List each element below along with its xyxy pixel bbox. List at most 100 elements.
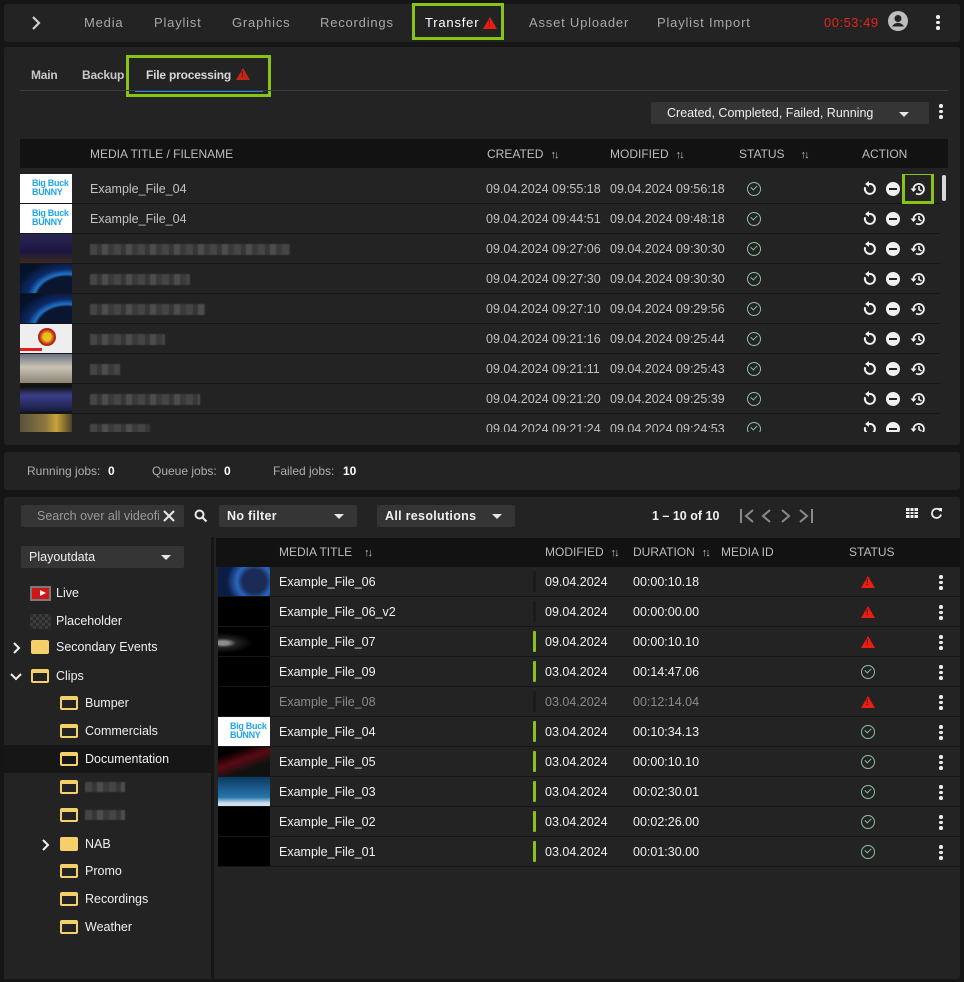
nav-tab-graphics[interactable]: Graphics	[232, 4, 290, 42]
col-duration[interactable]: DURATION ↑↓	[633, 545, 711, 559]
nav-tab-transfer[interactable]: Transfer	[412, 3, 504, 40]
media-row[interactable]: Example_File_07 09.04.2024 00:00:10.10	[218, 627, 960, 657]
restart-icon[interactable]	[861, 211, 877, 227]
row-menu-button[interactable]	[939, 755, 943, 772]
resolution-select[interactable]: All resolutions	[377, 505, 515, 527]
remove-circle-icon[interactable]	[886, 332, 900, 346]
more-vert-icon[interactable]	[936, 15, 940, 32]
history-button[interactable]	[905, 204, 931, 234]
media-filter-select[interactable]: No filter	[219, 505, 357, 527]
tree-item[interactable]: Secondary Events	[4, 633, 211, 661]
media-row[interactable]: Example_File_05 03.04.2024 00:00:10.10	[218, 747, 960, 777]
nav-tab-playlist-import[interactable]: Playlist Import	[657, 4, 751, 42]
row-menu-button[interactable]	[939, 575, 943, 592]
history-button[interactable]	[905, 234, 931, 264]
nav-tab-recordings[interactable]: Recordings	[320, 4, 394, 42]
restart-icon[interactable]	[861, 271, 877, 287]
transfer-row[interactable]: 09.04.2024 09:27:10 09.04.2024 09:29:56	[20, 294, 940, 324]
restart-icon[interactable]	[861, 421, 877, 432]
tab-backup[interactable]: Backup	[82, 55, 124, 95]
col-media-title[interactable]: MEDIA TITLE ↑↓	[279, 545, 373, 559]
chevron-down-icon[interactable]	[10, 672, 22, 681]
clear-icon[interactable]	[163, 510, 175, 522]
tree-item[interactable]: NAB	[4, 830, 211, 858]
tree-item[interactable]: Placeholder	[4, 607, 211, 635]
restart-icon[interactable]	[861, 391, 877, 407]
transfer-scrollbar[interactable]	[942, 175, 946, 201]
col-modified[interactable]: MODIFIED ↑↓	[610, 147, 685, 161]
media-row[interactable]: Example_File_01 03.04.2024 00:01:30.00	[218, 837, 960, 867]
col-status[interactable]: STATUS ↑↓	[739, 147, 810, 161]
row-menu-button[interactable]	[939, 815, 943, 832]
restart-icon[interactable]	[861, 181, 877, 197]
tree-item[interactable]	[4, 773, 211, 801]
history-button[interactable]	[905, 414, 931, 432]
expand-menu-button[interactable]	[30, 15, 44, 31]
tree-item[interactable]: Bumper	[4, 689, 211, 717]
history-button[interactable]	[905, 324, 931, 354]
transfer-row[interactable]: 09.04.2024 09:27:06 09.04.2024 09:30:30	[20, 234, 940, 264]
remove-circle-icon[interactable]	[886, 422, 900, 432]
tree-item[interactable]: Commercials	[4, 717, 211, 745]
remove-circle-icon[interactable]	[886, 212, 900, 226]
media-row[interactable]: Example_File_09 03.04.2024 00:14:47.06	[218, 657, 960, 687]
remove-circle-icon[interactable]	[886, 302, 900, 316]
nav-tab-media[interactable]: Media	[84, 4, 123, 42]
row-menu-button[interactable]	[939, 845, 943, 862]
restart-icon[interactable]	[861, 361, 877, 377]
tree-item[interactable]: Clips	[4, 662, 211, 690]
next-page-icon[interactable]	[779, 508, 793, 524]
col-modified[interactable]: MODIFIED ↑↓	[545, 545, 620, 559]
transfer-row[interactable]: 09.04.2024 09:21:11 09.04.2024 09:25:43	[20, 354, 940, 384]
row-menu-button[interactable]	[939, 635, 943, 652]
history-button[interactable]	[905, 354, 931, 384]
transfer-row[interactable]: 09.04.2024 09:27:30 09.04.2024 09:30:30	[20, 264, 940, 294]
first-page-icon[interactable]	[739, 508, 757, 524]
search-icon[interactable]	[194, 509, 208, 523]
tree-item[interactable]: Promo	[4, 857, 211, 885]
storage-select[interactable]: Playoutdata	[21, 546, 184, 568]
restart-icon[interactable]	[861, 301, 877, 317]
media-row[interactable]: Example_File_03 03.04.2024 00:02:30.01	[218, 777, 960, 807]
user-account-button[interactable]	[888, 11, 908, 31]
tab-main[interactable]: Main	[31, 55, 58, 95]
row-menu-button[interactable]	[939, 785, 943, 802]
tree-item[interactable]: Weather	[4, 913, 211, 941]
media-row[interactable]: Example_File_06 09.04.2024 00:00:10.18	[218, 567, 960, 597]
tree-item[interactable]: Documentation	[4, 745, 211, 773]
media-row[interactable]: Big Buck BUNNY Example_File_04 03.04.2024…	[218, 717, 960, 747]
transfer-row[interactable]: 09.04.2024 09:21:24 09.04.2024 09:24:53	[20, 414, 940, 432]
grid-view-icon[interactable]	[906, 508, 918, 518]
restart-icon[interactable]	[861, 241, 877, 257]
row-menu-button[interactable]	[939, 605, 943, 622]
transfer-row[interactable]: Big Buck BUNNY Example_File_04 09.04.2024…	[20, 204, 940, 234]
transfer-row[interactable]: 09.04.2024 09:21:16 09.04.2024 09:25:44	[20, 324, 940, 354]
media-row[interactable]: Example_File_02 03.04.2024 00:02:26.00	[218, 807, 960, 837]
remove-circle-icon[interactable]	[886, 182, 900, 196]
transfer-row[interactable]: 09.04.2024 09:21:20 09.04.2024 09:25:39	[20, 384, 940, 414]
chevron-right-icon[interactable]	[41, 839, 50, 851]
status-filter-select[interactable]: Created, Completed, Failed, Running	[651, 102, 929, 124]
tree-item[interactable]: Recordings	[4, 885, 211, 913]
refresh-icon[interactable]	[930, 507, 943, 520]
remove-circle-icon[interactable]	[886, 242, 900, 256]
history-button[interactable]	[905, 264, 931, 294]
chevron-right-icon[interactable]	[12, 642, 21, 654]
media-search-input[interactable]: Search over all videofi	[21, 505, 184, 527]
tree-item[interactable]	[4, 801, 211, 829]
row-menu-button[interactable]	[939, 725, 943, 742]
restart-icon[interactable]	[861, 331, 877, 347]
transfer-row[interactable]: Big Buck BUNNY Example_File_04 09.04.2024…	[20, 174, 940, 204]
remove-circle-icon[interactable]	[886, 272, 900, 286]
col-created[interactable]: CREATED ↑↓	[487, 147, 559, 161]
remove-circle-icon[interactable]	[886, 392, 900, 406]
prev-page-icon[interactable]	[759, 508, 773, 524]
nav-tab-asset-uploader[interactable]: Asset Uploader	[529, 4, 629, 42]
tree-item[interactable]: Live	[4, 579, 211, 607]
media-row[interactable]: Example_File_08 03.04.2024 00:12:14.04	[218, 687, 960, 717]
transfer-options-button[interactable]	[939, 104, 943, 121]
history-button[interactable]	[902, 174, 934, 204]
row-menu-button[interactable]	[939, 665, 943, 682]
last-page-icon[interactable]	[797, 508, 815, 524]
remove-circle-icon[interactable]	[886, 362, 900, 376]
